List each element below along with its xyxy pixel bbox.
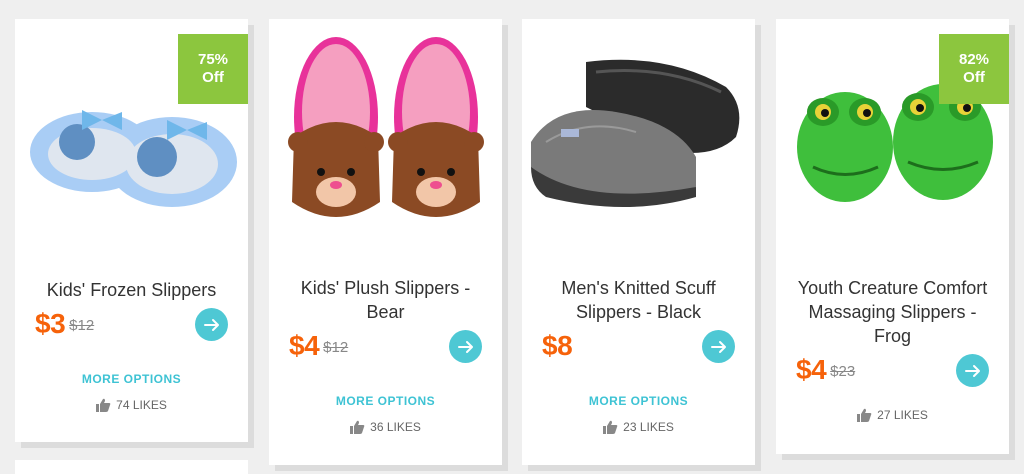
- product-card[interactable]: Kids' Plush Slippers - Bear $4 $12 MORE …: [269, 19, 502, 465]
- thumbs-up-icon: [857, 408, 872, 422]
- next-row-card-edge: [15, 460, 248, 474]
- arrow-right-icon: [710, 340, 726, 353]
- discount-badge: 82% Off: [939, 34, 1009, 104]
- view-product-button[interactable]: [956, 354, 989, 387]
- likes-count[interactable]: 27 LIKES: [776, 408, 1009, 422]
- likes-label: 74 LIKES: [116, 398, 167, 412]
- price-row: $4 $23: [776, 350, 1009, 390]
- thumbs-up-icon: [603, 420, 618, 434]
- view-product-button[interactable]: [195, 308, 228, 341]
- sale-price: $4: [289, 330, 320, 361]
- arrow-right-icon: [457, 340, 473, 353]
- likes-label: 23 LIKES: [623, 420, 674, 434]
- thumbs-up-icon: [350, 420, 365, 434]
- discount-percent: 75%: [197, 51, 229, 68]
- original-price: $12: [69, 316, 95, 334]
- product-title[interactable]: Kids' Frozen Slippers: [15, 244, 248, 302]
- likes-label: 27 LIKES: [877, 408, 928, 422]
- likes-label: 36 LIKES: [370, 420, 421, 434]
- discount-badge: 75% Off: [178, 34, 248, 104]
- more-options-link[interactable]: MORE OPTIONS: [15, 372, 248, 386]
- discount-off-label: Off: [963, 69, 985, 86]
- sale-price: $4: [796, 354, 827, 385]
- discount-percent: 82%: [958, 51, 990, 68]
- more-options-link[interactable]: MORE OPTIONS: [522, 394, 755, 408]
- arrow-right-icon: [203, 318, 219, 331]
- original-price: $12: [323, 338, 349, 356]
- likes-count[interactable]: 74 LIKES: [15, 398, 248, 412]
- price-row: $8: [522, 326, 755, 366]
- view-product-button[interactable]: [449, 330, 482, 363]
- product-image[interactable]: [269, 19, 502, 244]
- view-product-button[interactable]: [702, 330, 735, 363]
- thumbs-up-icon: [96, 398, 111, 412]
- more-options-link[interactable]: MORE OPTIONS: [269, 394, 502, 408]
- likes-count[interactable]: 23 LIKES: [522, 420, 755, 434]
- discount-off-label: Off: [202, 69, 224, 86]
- product-title[interactable]: Youth Creature Comfort Massaging Slipper…: [776, 244, 1009, 348]
- product-image[interactable]: 75% Off: [15, 19, 248, 244]
- product-grid: 75% Off Kids' Frozen Slippers $3 $12 MOR…: [0, 0, 1024, 474]
- original-price: $23: [830, 362, 856, 380]
- product-title[interactable]: Kids' Plush Slippers - Bear: [269, 244, 502, 324]
- product-card[interactable]: 75% Off Kids' Frozen Slippers $3 $12 MOR…: [15, 19, 248, 442]
- price-row: $3 $12: [15, 304, 248, 344]
- likes-count[interactable]: 36 LIKES: [269, 420, 502, 434]
- product-card[interactable]: Men's Knitted Scuff Slippers - Black $8 …: [522, 19, 755, 465]
- product-title[interactable]: Men's Knitted Scuff Slippers - Black: [522, 244, 755, 324]
- sale-price: $3: [35, 308, 66, 339]
- sale-price: $8: [542, 330, 573, 361]
- arrow-right-icon: [964, 364, 980, 377]
- product-image[interactable]: [522, 19, 755, 244]
- product-card[interactable]: 82% Off Youth Creature Comfort Massaging…: [776, 19, 1009, 454]
- product-image[interactable]: 82% Off: [776, 19, 1009, 244]
- price-row: $4 $12: [269, 326, 502, 366]
